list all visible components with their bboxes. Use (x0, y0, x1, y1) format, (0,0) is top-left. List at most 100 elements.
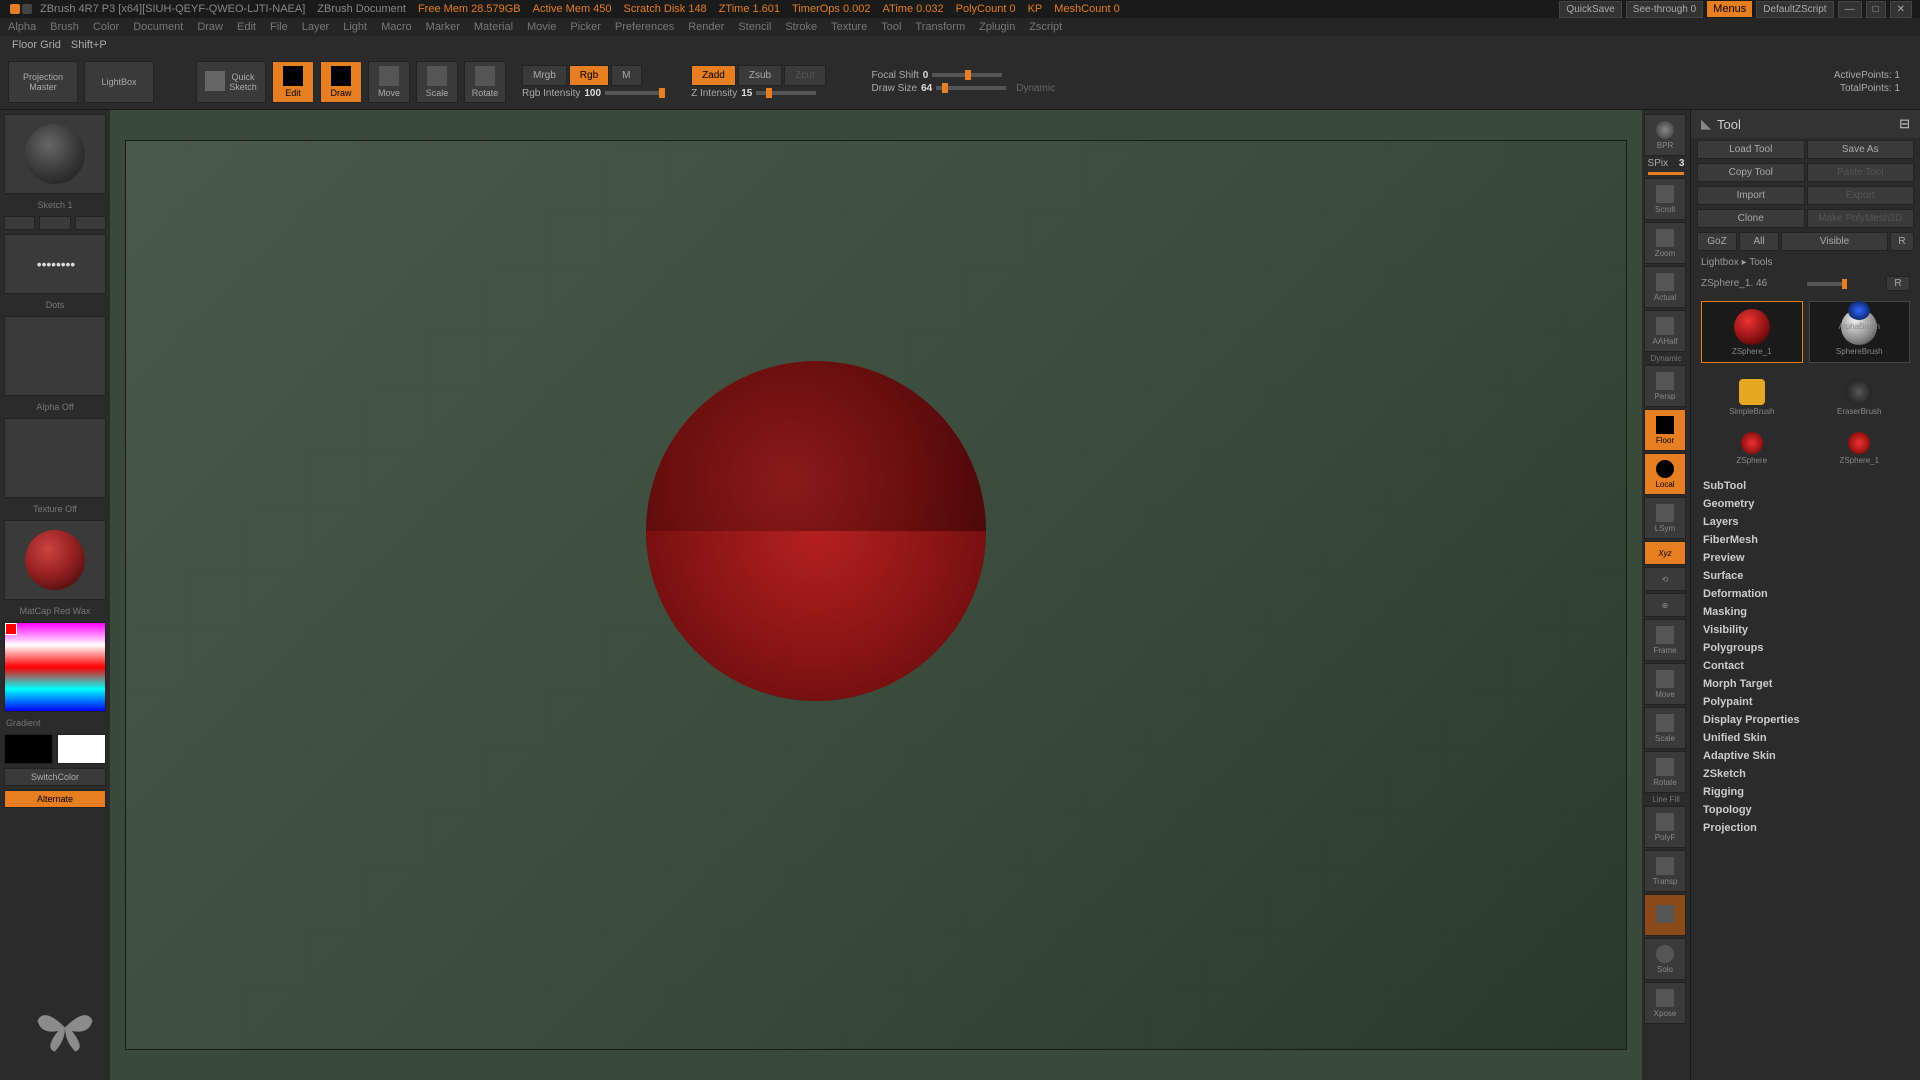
section-unified-skin[interactable]: Unified Skin (1691, 729, 1920, 747)
menu-file[interactable]: File (270, 21, 288, 33)
quick-sketch-button[interactable]: Quick Sketch (196, 61, 266, 103)
zcut-button[interactable]: Zcut (784, 65, 825, 86)
menu-zscript[interactable]: Zscript (1029, 21, 1062, 33)
copy-tool-button[interactable]: Copy Tool (1697, 163, 1805, 182)
rotate-button[interactable]: Rotate (464, 61, 506, 103)
edit-button[interactable]: Edit (272, 61, 314, 103)
script-button[interactable]: DefaultZScript (1756, 1, 1833, 18)
section-contact[interactable]: Contact (1691, 657, 1920, 675)
menu-edit[interactable]: Edit (237, 21, 256, 33)
menus-button[interactable]: Menus (1707, 1, 1752, 17)
persp-button[interactable]: Persp (1644, 365, 1686, 407)
section-polypaint[interactable]: Polypaint (1691, 693, 1920, 711)
make-polymesh-button[interactable]: Make PolyMesh3D (1807, 209, 1915, 228)
xpose-button[interactable]: Xpose (1644, 982, 1686, 1024)
goz-r-button[interactable]: R (1890, 232, 1914, 251)
move-button[interactable]: Move (368, 61, 410, 103)
menu-alpha[interactable]: Alpha (8, 21, 36, 33)
thumb-zsphere-1b[interactable]: ZSphere_1 (1809, 426, 1911, 471)
stroke-thumb[interactable] (4, 234, 106, 294)
alternate-button[interactable]: Alternate (4, 790, 106, 808)
zoom-button[interactable]: Zoom (1644, 222, 1686, 264)
close-panel-icon[interactable]: ⊟ (1899, 116, 1910, 132)
save-as-button[interactable]: Save As (1807, 140, 1915, 159)
scroll-button[interactable]: Scroll (1644, 178, 1686, 220)
swatch-black[interactable] (4, 734, 53, 764)
menu-stencil[interactable]: Stencil (738, 21, 771, 33)
focal-shift-slider[interactable]: Focal Shift 0 (872, 70, 1056, 81)
menu-render[interactable]: Render (688, 21, 724, 33)
window-min-icon[interactable]: — (1838, 1, 1862, 18)
move-view-button[interactable]: Move (1644, 663, 1686, 705)
thumb-zsphere[interactable]: ZSphere (1701, 426, 1803, 471)
floor-button[interactable]: Floor (1644, 409, 1686, 451)
section-morph-target[interactable]: Morph Target (1691, 675, 1920, 693)
mini-thumb[interactable] (39, 216, 70, 230)
scale-view-button[interactable]: Scale (1644, 707, 1686, 749)
menu-color[interactable]: Color (93, 21, 119, 33)
thumb-alphabrush[interactable]: AlphaBrush (1809, 301, 1911, 331)
alpha-thumb[interactable] (4, 316, 106, 396)
section-deformation[interactable]: Deformation (1691, 585, 1920, 603)
menu-layer[interactable]: Layer (302, 21, 330, 33)
tool-r-button[interactable]: R (1886, 276, 1910, 291)
thumb-simplebrush[interactable]: SimpleBrush (1701, 375, 1803, 420)
draw-size-slider[interactable]: Draw Size 64 Dynamic (872, 83, 1056, 94)
color-picker[interactable] (4, 622, 106, 712)
goz-visible-button[interactable]: Visible (1781, 232, 1888, 251)
clone-button[interactable]: Clone (1697, 209, 1805, 228)
window-close-icon[interactable]: ✕ (1890, 1, 1912, 18)
seethrough-button[interactable]: See-through 0 (1626, 1, 1703, 18)
mini-thumb[interactable] (4, 216, 35, 230)
section-subtool[interactable]: SubTool (1691, 477, 1920, 495)
menu-movie[interactable]: Movie (527, 21, 556, 33)
section-fibermesh[interactable]: FiberMesh (1691, 531, 1920, 549)
bpr-button[interactable]: BPR (1644, 114, 1686, 156)
menu-macro[interactable]: Macro (381, 21, 412, 33)
brush-thumb[interactable] (4, 114, 106, 194)
lightbox-button[interactable]: LightBox (84, 61, 154, 103)
section-rigging[interactable]: Rigging (1691, 783, 1920, 801)
goz-all-button[interactable]: All (1739, 232, 1779, 251)
lightbox-tools-link[interactable]: Lightbox ▸ Tools (1691, 253, 1920, 272)
polyf-button[interactable]: PolyF (1644, 806, 1686, 848)
section-layers[interactable]: Layers (1691, 513, 1920, 531)
solo-button[interactable]: Solo (1644, 938, 1686, 980)
mini-thumb[interactable] (75, 216, 106, 230)
viewport[interactable] (125, 140, 1627, 1050)
window-max-icon[interactable]: □ (1866, 1, 1886, 18)
load-tool-button[interactable]: Load Tool (1697, 140, 1805, 159)
scale-button[interactable]: Scale (416, 61, 458, 103)
gradient-label[interactable]: Gradient (4, 716, 106, 730)
target-icon[interactable]: ⊕ (1644, 593, 1686, 617)
paste-tool-button[interactable]: Paste Tool (1807, 163, 1915, 182)
menu-draw[interactable]: Draw (197, 21, 223, 33)
menu-stroke[interactable]: Stroke (785, 21, 817, 33)
projection-master-button[interactable]: Projection Master (8, 61, 78, 103)
menu-tool[interactable]: Tool (881, 21, 901, 33)
aahalf-button[interactable]: AAHalf (1644, 310, 1686, 352)
swatch-white[interactable] (57, 734, 106, 764)
z-intensity-slider[interactable]: Z Intensity 15 (691, 88, 825, 99)
menu-transform[interactable]: Transform (915, 21, 965, 33)
rot-icon[interactable]: ⟲ (1644, 567, 1686, 591)
switchcolor-button[interactable]: SwitchColor (4, 768, 106, 786)
section-adaptive-skin[interactable]: Adaptive Skin (1691, 747, 1920, 765)
import-button[interactable]: Import (1697, 186, 1805, 205)
rgb-intensity-slider[interactable]: Rgb Intensity 100 (522, 88, 665, 99)
ghost-button[interactable] (1644, 894, 1686, 936)
menu-picker[interactable]: Picker (570, 21, 601, 33)
section-preview[interactable]: Preview (1691, 549, 1920, 567)
section-masking[interactable]: Masking (1691, 603, 1920, 621)
material-thumb[interactable] (4, 520, 106, 600)
section-display-properties[interactable]: Display Properties (1691, 711, 1920, 729)
transp-button[interactable]: Transp (1644, 850, 1686, 892)
section-projection[interactable]: Projection (1691, 819, 1920, 837)
zsphere-object[interactable] (646, 361, 986, 701)
draw-button[interactable]: Draw (320, 61, 362, 103)
export-button[interactable]: Export (1807, 186, 1915, 205)
m-button[interactable]: M (611, 65, 641, 86)
tool-panel-header[interactable]: ◣ Tool ⊟ (1691, 110, 1920, 138)
mrgb-button[interactable]: Mrgb (522, 65, 567, 86)
menu-brush[interactable]: Brush (50, 21, 79, 33)
